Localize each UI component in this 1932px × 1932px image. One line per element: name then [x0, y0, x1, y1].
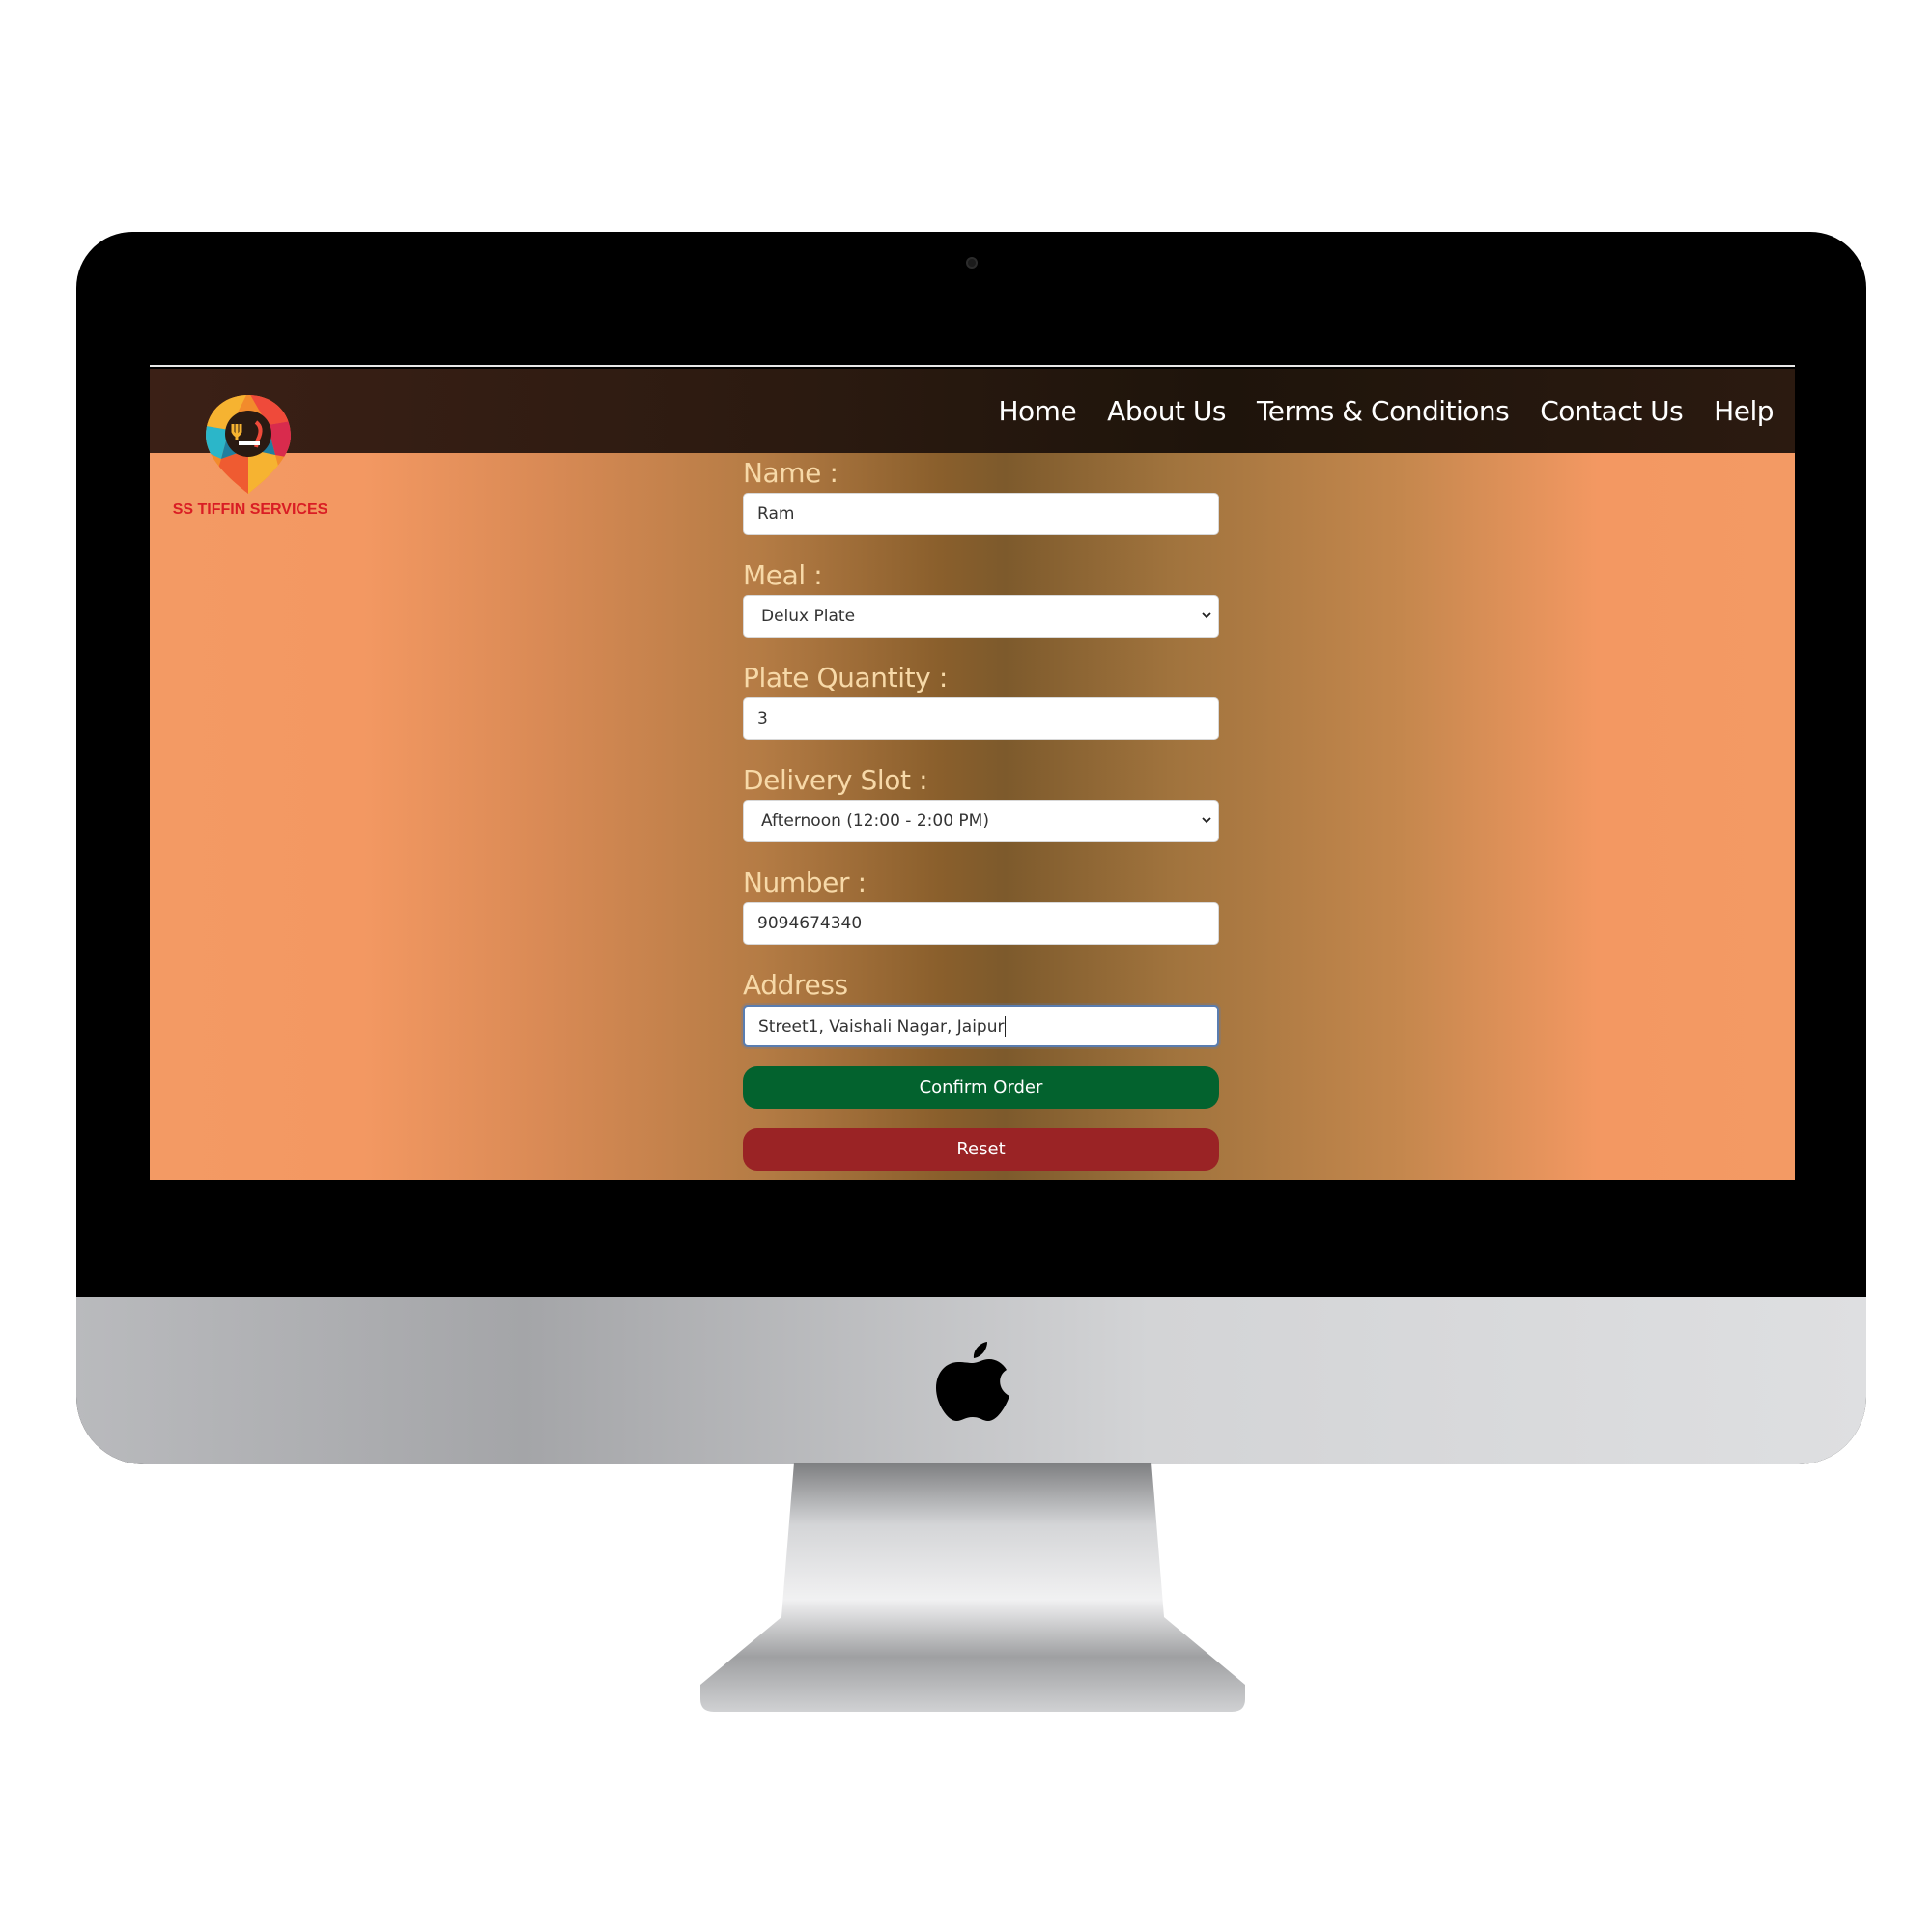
meal-select[interactable]: Delux Plate — [743, 595, 1219, 638]
confirm-order-button[interactable]: Confirm Order — [743, 1066, 1219, 1109]
slot-select-value: Afternoon (12:00 - 2:00 PM) — [761, 811, 989, 831]
brand-logo[interactable]: SS TIFFIN SERVICES — [167, 391, 333, 518]
meal-label: Meal : — [743, 559, 823, 591]
screen-bottom-bar — [150, 1180, 1795, 1235]
nav-terms[interactable]: Terms & Conditions — [1257, 395, 1510, 427]
meal-group: Meal : Delux Plate — [743, 556, 1219, 638]
chevron-down-icon — [1202, 612, 1211, 619]
brand-name: SS TIFFIN SERVICES — [172, 501, 328, 518]
order-form: Name : Ram Meal : Delux Plate Plate Quan… — [743, 454, 1219, 1171]
apple-logo-icon — [936, 1342, 1009, 1421]
meal-select-value: Delux Plate — [761, 607, 856, 626]
name-group: Name : Ram — [743, 454, 1219, 535]
chevron-down-icon — [1202, 817, 1211, 824]
nav-about-us[interactable]: About Us — [1107, 395, 1226, 427]
map-pin-food-icon — [206, 395, 291, 494]
screen-top-bar — [150, 309, 1795, 367]
webcam — [966, 257, 978, 269]
name-label: Name : — [743, 457, 838, 489]
monitor-stand — [700, 1463, 1245, 1712]
address-input[interactable]: Street1, Vaishali Nagar, Jaipur — [743, 1005, 1219, 1047]
quantity-label: Plate Quantity : — [743, 662, 948, 694]
nav-contact-us[interactable]: Contact Us — [1540, 395, 1683, 427]
slot-group: Delivery Slot : Afternoon (12:00 - 2:00 … — [743, 761, 1219, 842]
quantity-input[interactable]: 3 — [743, 697, 1219, 740]
address-group: Address Street1, Vaishali Nagar, Jaipur — [743, 966, 1219, 1047]
nav-links: Home About Us Terms & Conditions Contact… — [998, 369, 1774, 453]
browser-screen: Home About Us Terms & Conditions Contact… — [150, 309, 1795, 1235]
navbar: Home About Us Terms & Conditions Contact… — [150, 369, 1795, 453]
name-input[interactable]: Ram — [743, 493, 1219, 535]
address-label: Address — [743, 969, 848, 1001]
number-label: Number : — [743, 867, 867, 898]
quantity-group: Plate Quantity : 3 — [743, 659, 1219, 740]
nav-home[interactable]: Home — [998, 395, 1076, 427]
address-value: Street1, Vaishali Nagar, Jaipur — [758, 1017, 1005, 1037]
number-input[interactable]: 9094674340 — [743, 902, 1219, 945]
text-caret — [1005, 1016, 1007, 1037]
number-group: Number : 9094674340 — [743, 864, 1219, 945]
reset-button[interactable]: Reset — [743, 1128, 1219, 1171]
nav-help[interactable]: Help — [1714, 395, 1774, 427]
slot-label: Delivery Slot : — [743, 764, 928, 796]
slot-select[interactable]: Afternoon (12:00 - 2:00 PM) — [743, 800, 1219, 842]
